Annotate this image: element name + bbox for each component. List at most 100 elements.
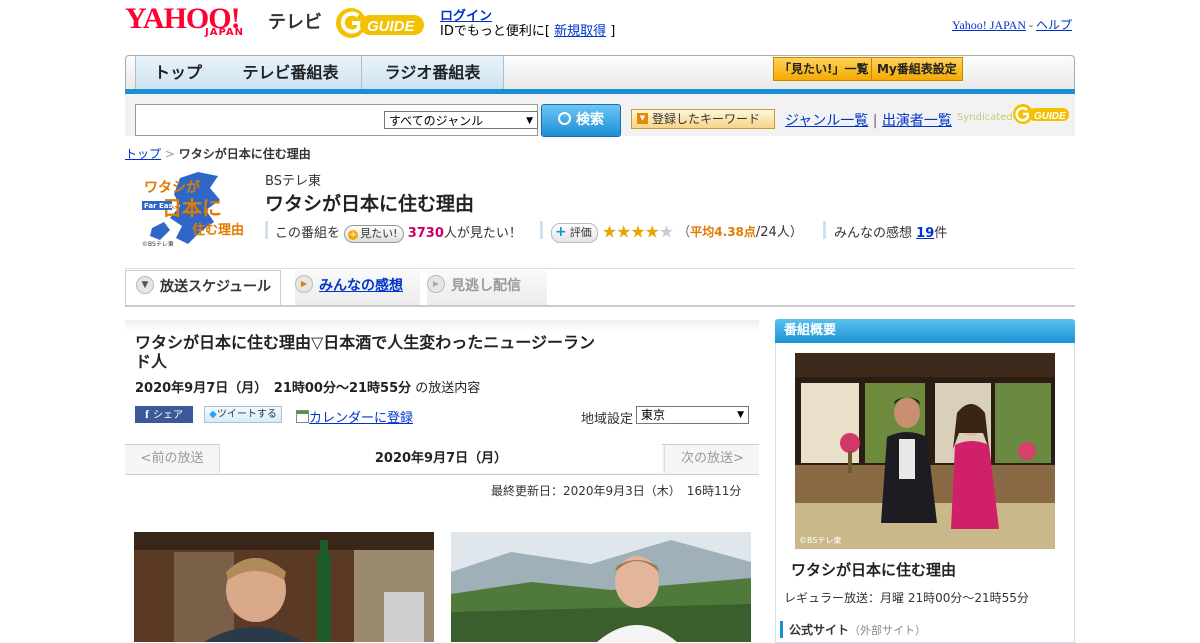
impressions-count-area: みんなの感想 19件 (834, 222, 947, 241)
register-link[interactable]: 新規取得 (554, 24, 606, 39)
nav-tab-top[interactable]: トップ (135, 56, 221, 89)
star-icon: ★ (630, 222, 645, 243)
next-broadcast-link[interactable]: 次の放送> (664, 444, 760, 473)
select-arrow-icon: ▼ (737, 410, 744, 420)
calendar-register-link[interactable]: カレンダーに登録 (309, 411, 413, 426)
episode-title: ワタシが日本に住む理由▽日本酒で人生変わったニュージーランド人 (135, 333, 595, 371)
want-button-label: 見たい! (360, 226, 398, 240)
mitai-list-button[interactable]: 「見たい!」一覧 (773, 57, 875, 81)
plus-icon: + (555, 223, 567, 240)
region-label: 地域設定 (581, 412, 634, 427)
help-link[interactable]: ヘルプ (1036, 18, 1072, 32)
gguide-small-logo: GUIDE (1013, 104, 1069, 124)
facebook-share-label: シェア (153, 410, 183, 421)
triangle-down-icon: ▼ (637, 113, 648, 124)
want-button[interactable]: + 見たい! (344, 224, 404, 243)
tab-impressions[interactable]: ▶ みんなの感想 (295, 270, 420, 305)
tweet-label: ツイートする (216, 409, 277, 420)
breadcrumb: トップ > ワタシが日本に住む理由 (125, 145, 311, 162)
rate-button-label: 評価 (569, 225, 592, 239)
tv-logo-text[interactable]: テレビ (268, 8, 322, 34)
play-icon: ▶ (427, 275, 445, 293)
top-right-links: Yahoo! JAPAN - ヘルプ (952, 16, 1072, 33)
rate-button[interactable]: + 評価 (551, 222, 598, 243)
genre-select[interactable]: すべてのジャンル ▼ (384, 111, 538, 129)
facebook-icon: f (145, 407, 149, 421)
episode-header-bg (125, 320, 759, 332)
want-count: 3730 (407, 226, 444, 241)
tab-broadcast-schedule[interactable]: ▼ 放送スケジュール (125, 270, 281, 305)
regular-broadcast-time: レギュラー放送：月曜 21時00分～21時55分 (784, 591, 1029, 605)
impressions-count-link[interactable]: 19 (916, 226, 934, 241)
nav-tab-radio-schedule[interactable]: ラジオ番組表 (362, 56, 504, 89)
impressions-suffix: 件 (934, 226, 948, 241)
rating-area: + 評価 ★★★★★ （平均4.38点/24人） (551, 221, 803, 243)
syndicated-label: Syndicated (957, 112, 1013, 123)
stats-divider (823, 221, 826, 239)
performer-list-link[interactable]: 出演者一覧 (882, 113, 952, 129)
rating-average: 平均4.38点 (690, 225, 756, 239)
links-divider: | (872, 113, 878, 129)
gguide-logo[interactable]: GUIDE (334, 6, 430, 40)
calendar-icon (296, 410, 309, 423)
breadcrumb-top-link[interactable]: トップ (125, 147, 161, 161)
tab-vod[interactable]: ▶ 見逃し配信 (427, 270, 547, 305)
tabs-top-line (125, 268, 1075, 269)
tabs-bottom-line (125, 305, 1075, 307)
program-overview-heading: 番組概要 (775, 319, 1075, 343)
gguide-logo-text: GUIDE (367, 18, 416, 35)
program-title: ワタシが日本に住む理由 (265, 193, 475, 215)
want-to-watch: この番組を + 見たい! 3730人が見たい！ (275, 222, 522, 243)
star-icon: ★ (616, 222, 631, 243)
login-sub-suffix: ] (610, 24, 616, 39)
tab-impressions-label[interactable]: みんなの感想 (319, 278, 403, 294)
login-subtext: IDでもっと便利に[ 新規取得 ] (440, 20, 615, 39)
breadcrumb-separator: > (164, 147, 175, 161)
my-schedule-settings-button[interactable]: My番組表設定 (871, 57, 963, 81)
plus-icon: + (348, 229, 359, 240)
stats-divider (265, 221, 268, 239)
prev-broadcast-link[interactable]: <前の放送 (125, 444, 220, 473)
tab-broadcast-schedule-label: 放送スケジュール (160, 279, 272, 295)
program-logo-line1: ワタシが (144, 179, 201, 196)
rating-stars: ★★★★★ (601, 222, 674, 243)
region-select[interactable]: 東京 ▼ (636, 406, 749, 424)
chevron-down-icon: ▼ (136, 276, 154, 294)
program-logo-copyright: ©BSテレ東 (142, 240, 174, 248)
tweet-button[interactable]: ◆ツイートする (204, 406, 282, 423)
star-icon: ★ (601, 222, 617, 243)
play-icon: ▶ (295, 275, 313, 293)
calendar-register[interactable]: カレンダーに登録 (296, 407, 413, 426)
top-links-separator: - (1028, 18, 1033, 32)
sidebar-program-title: ワタシが日本に住む理由 (791, 561, 957, 579)
program-logo-line3: 住む理由 (192, 222, 244, 238)
last-updated: 最終更新日：2020年9月3日（木） 16時11分 (491, 484, 742, 498)
episode-date-suffix: の放送内容 (415, 381, 481, 396)
star-empty-icon: ★ (658, 222, 674, 243)
nav-tab-tv-schedule[interactable]: テレビ番組表 (220, 56, 362, 89)
gguide-small-logo-text: GUIDE (1034, 111, 1066, 122)
facebook-share-button[interactable]: f シェア (135, 406, 193, 423)
login-sub-prefix: IDでもっと便利に[ (440, 24, 550, 39)
rating-count: /24人） (755, 225, 803, 240)
want-prefix: この番組を (275, 226, 341, 241)
channel-name: BSテレ東 (265, 174, 321, 189)
select-arrow-icon: ▼ (526, 116, 533, 126)
genre-select-value: すべてのジャンル (389, 114, 484, 128)
twitter-bird-icon: ◆ (209, 409, 217, 420)
registered-keyword-label: 登録したキーワード (652, 112, 761, 126)
genre-list-link[interactable]: ジャンル一覧 (785, 113, 868, 129)
registered-keyword-button[interactable]: ▼ 登録したキーワード (631, 109, 775, 129)
yahoo-japan-logo-text: JAPAN (205, 27, 244, 38)
search-button[interactable]: 検索 (541, 104, 621, 137)
search-links: ジャンル一覧 | 出演者一覧 (785, 110, 952, 130)
external-site-note: （外部サイト） (849, 624, 927, 637)
episode-date-value: 2020年9月7日（月） 21時00分～21時55分 (135, 381, 412, 396)
program-logo-far-east: Far East (144, 202, 177, 210)
stats-divider (540, 221, 543, 239)
breadcrumb-current: ワタシが日本に住む理由 (178, 147, 311, 161)
yahoo-japan-link[interactable]: Yahoo! JAPAN (952, 18, 1026, 32)
episode-photo-sake (134, 532, 434, 642)
program-logo: ワタシが 日本に 住む理由 Far East ©BSテレ東 (142, 172, 244, 248)
want-suffix: 人が見たい！ (443, 226, 522, 241)
